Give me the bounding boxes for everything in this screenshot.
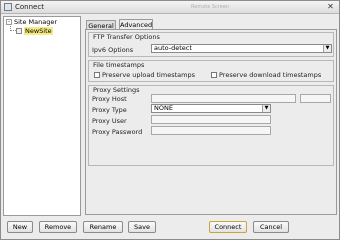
title-watermark: Remote Screen (191, 4, 230, 10)
title-bar[interactable]: Connect Remote Screen ✕ (1, 1, 339, 14)
ftp-group-title: FTP Transfer Options (92, 33, 161, 41)
preserve-upload-label[interactable]: Preserve upload timestamps (102, 71, 195, 79)
rename-button[interactable]: Rename (83, 221, 123, 233)
proxy-type-value: NONE (154, 104, 173, 112)
cancel-button[interactable]: Cancel (253, 221, 289, 233)
proxy-type-select[interactable]: NONE ▼ (151, 104, 271, 113)
window-title: Connect (15, 3, 44, 11)
dropdown-arrow-icon[interactable]: ▼ (323, 45, 331, 52)
proxy-group-title: Proxy Settings (92, 86, 141, 94)
ftp-transfer-options-group: FTP Transfer Options Ipv6 Options auto-d… (88, 32, 334, 57)
close-icon[interactable]: ✕ (325, 2, 336, 12)
site-tree[interactable]: - Site Manager NewSite (3, 16, 81, 216)
ipv6-options-value: auto-detect (154, 44, 192, 52)
preserve-download-label[interactable]: Preserve download timestamps (219, 71, 321, 79)
new-button[interactable]: New (7, 221, 33, 233)
tree-root-label: Site Manager (14, 18, 58, 26)
connect-dialog: Connect Remote Screen ✕ - Site Manager Ne… (0, 0, 340, 240)
tree-item-newsite[interactable]: NewSite (16, 27, 53, 36)
ipv6-options-label: Ipv6 Options (92, 46, 134, 54)
file-timestamps-group: File timestamps Preserve upload timestam… (88, 60, 334, 82)
preserve-download-checkbox[interactable] (211, 72, 217, 78)
proxy-password-label: Proxy Password (92, 128, 143, 136)
tree-child-label: NewSite (24, 27, 53, 35)
save-button[interactable]: Save (128, 221, 156, 233)
proxy-port-input[interactable] (300, 94, 331, 103)
app-icon (4, 3, 12, 11)
proxy-user-label: Proxy User (92, 117, 127, 125)
ipv6-options-select[interactable]: auto-detect ▼ (151, 44, 332, 53)
proxy-host-label: Proxy Host (92, 95, 127, 103)
proxy-settings-group: Proxy Settings Proxy Host Proxy Type NON… (88, 85, 334, 166)
dropdown-arrow-icon[interactable]: ▼ (262, 105, 270, 112)
connect-button[interactable]: Connect (209, 221, 247, 233)
preserve-upload-checkbox[interactable] (94, 72, 100, 78)
site-icon (16, 28, 22, 34)
proxy-user-input[interactable] (151, 115, 271, 124)
remove-button[interactable]: Remove (39, 221, 77, 233)
advanced-panel: FTP Transfer Options Ipv6 Options auto-d… (85, 29, 337, 215)
proxy-password-input[interactable] (151, 126, 271, 135)
timestamps-group-title: File timestamps (92, 61, 146, 69)
proxy-type-label: Proxy Type (92, 106, 127, 114)
proxy-host-input[interactable] (151, 94, 296, 103)
collapse-toggle-icon[interactable]: - (6, 19, 12, 25)
